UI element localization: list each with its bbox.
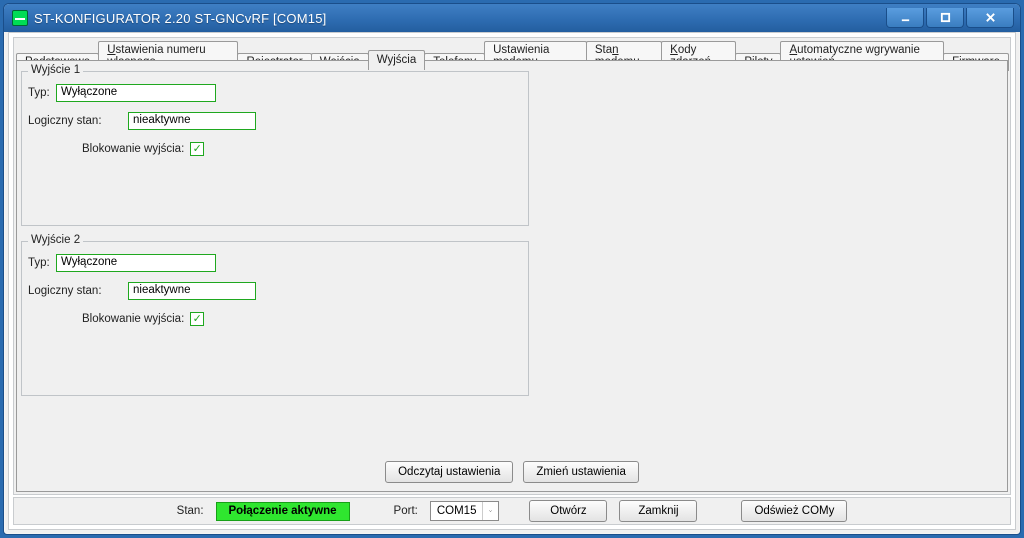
label-port: Port: <box>394 505 418 517</box>
label-blokowanie-1: Blokowanie wyjścia: <box>82 143 184 155</box>
read-settings-button[interactable]: Odczytaj ustawienia <box>385 461 513 483</box>
group-wyjscie-1: Wyjście 1 Typ: Wyłączone Logiczny stan: … <box>21 71 529 226</box>
close-button[interactable] <box>966 8 1014 28</box>
maximize-button[interactable] <box>926 8 964 28</box>
client-area: Podstawowe Ustawienia numeru własnego Re… <box>8 32 1016 530</box>
label-logiczny-stan-1: Logiczny stan: <box>28 115 128 127</box>
port-value: COM15 <box>431 505 483 517</box>
refresh-coms-button[interactable]: Odśwież COMy <box>741 500 847 522</box>
status-badge: Połączenie aktywne <box>216 502 350 521</box>
label-typ-1: Typ: <box>28 87 56 99</box>
select-typ-1[interactable]: Wyłączone <box>56 84 216 102</box>
chevron-down-icon <box>482 502 498 520</box>
window-title: ST-KONFIGURATOR 2.20 ST-GNCvRF [COM15] <box>34 11 886 26</box>
select-logiczny-stan-1[interactable]: nieaktywne <box>128 112 256 130</box>
label-typ-2: Typ: <box>28 257 56 269</box>
port-combo[interactable]: COM15 <box>430 501 500 521</box>
select-typ-2[interactable]: Wyłączone <box>56 254 216 272</box>
group-legend-2: Wyjście 2 <box>28 234 83 246</box>
checkbox-blokowanie-2[interactable] <box>190 312 204 326</box>
checkbox-blokowanie-1[interactable] <box>190 142 204 156</box>
open-button[interactable]: Otwórz <box>529 500 607 522</box>
main-frame: Podstawowe Ustawienia numeru własnego Re… <box>13 37 1011 495</box>
panel-buttons: Odczytaj ustawienia Zmień ustawienia <box>17 461 1007 483</box>
minimize-button[interactable] <box>886 8 924 28</box>
close-port-button[interactable]: Zamknij <box>619 500 697 522</box>
group-wyjscie-2: Wyjście 2 Typ: Wyłączone Logiczny stan: … <box>21 241 529 396</box>
write-settings-button[interactable]: Zmień ustawienia <box>523 461 638 483</box>
label-stan: Stan: <box>177 505 204 517</box>
tab-wyjscia[interactable]: Wyjścia <box>368 50 426 70</box>
tab-panel-wyjscia: Wyjście 1 Typ: Wyłączone Logiczny stan: … <box>16 60 1008 492</box>
app-window: ST-KONFIGURATOR 2.20 ST-GNCvRF [COM15] P… <box>3 3 1021 535</box>
label-logiczny-stan-2: Logiczny stan: <box>28 285 128 297</box>
titlebar[interactable]: ST-KONFIGURATOR 2.20 ST-GNCvRF [COM15] <box>4 4 1020 32</box>
select-logiczny-stan-2[interactable]: nieaktywne <box>128 282 256 300</box>
app-icon <box>12 10 28 26</box>
status-bar: Stan: Połączenie aktywne Port: COM15 Otw… <box>13 497 1011 525</box>
group-legend-1: Wyjście 1 <box>28 64 83 76</box>
label-blokowanie-2: Blokowanie wyjścia: <box>82 313 184 325</box>
window-buttons <box>886 8 1014 28</box>
